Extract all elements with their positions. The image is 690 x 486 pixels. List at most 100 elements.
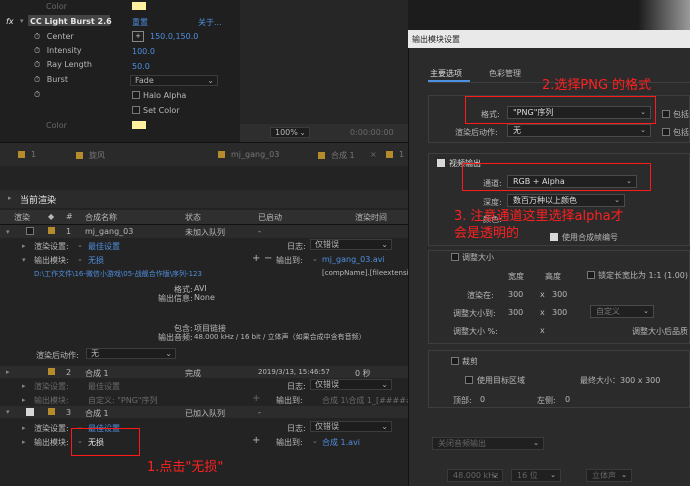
tab-1[interactable]: 1 (18, 150, 36, 159)
audio-bits-dropdown: 16 位 ⌄ (511, 469, 561, 482)
render-checkbox[interactable] (26, 408, 34, 416)
use-comp-frame-checkbox[interactable] (550, 233, 558, 241)
post-render-dropdown[interactable]: 无 ⌄ (86, 348, 176, 359)
expand-triangle-icon[interactable]: ▸ (22, 438, 26, 446)
output-to-link-3[interactable]: 合成 1.avi (322, 437, 360, 448)
expand-triangle-icon[interactable]: ▾ (6, 228, 10, 236)
highlight-box-format (465, 96, 656, 124)
render-item-1[interactable]: ▾ 1 mj_gang_03 未加入队列 - (0, 225, 408, 238)
expand-triangle-icon[interactable]: ▸ (22, 396, 26, 404)
output-info-label: 输出信息: (158, 294, 193, 303)
chevron-down-icon[interactable]: ⌄ (312, 437, 318, 445)
tab-comp1[interactable]: 合成 1 (318, 150, 355, 161)
render-item-2[interactable]: ▸ 2 合成 1 完成 2019/3/13, 15:46:57 0 秒 (0, 366, 408, 378)
stopwatch-icon[interactable]: ⏱ (34, 90, 40, 100)
stopwatch-icon[interactable]: ⏱ (34, 60, 40, 69)
render-at-height: 300 (552, 290, 568, 299)
col-status[interactable]: 状态 (185, 212, 201, 223)
video-output-checkbox[interactable] (437, 159, 445, 167)
expand-triangle-icon[interactable]: ▸ (6, 368, 10, 376)
render-item-3[interactable]: ▾ 3 合成 1 已加入队列 - (0, 406, 408, 418)
about-link[interactable]: 关于... (198, 17, 222, 28)
resize-pct-label: 调整大小 %: (453, 327, 498, 336)
intensity-value[interactable]: 100.0 (132, 47, 155, 56)
resize-to-width: 300 (508, 308, 524, 317)
tag-icon: ◆ (48, 212, 55, 221)
stopwatch-icon[interactable]: ⏱ (34, 75, 40, 84)
col-render[interactable]: 渲染 (14, 212, 30, 223)
output-path[interactable]: D:\工作文件\16-微信小游戏\05-战舰合作版\序列-123 (34, 269, 202, 279)
center-row: ⏱ Center (34, 32, 74, 41)
label-color-icon[interactable] (48, 408, 55, 415)
output-module-link[interactable]: 无损 (88, 255, 104, 266)
chevron-down-icon[interactable]: ⌄ (77, 241, 83, 249)
ray-length-row: ⏱ Ray Length (34, 60, 92, 69)
render-checkbox[interactable] (26, 227, 34, 235)
timecode[interactable]: 0:00:00:00 (350, 128, 394, 137)
top-label: 顶部: (453, 396, 472, 405)
remove-icon[interactable]: − (264, 253, 272, 264)
set-color-checkbox[interactable] (132, 106, 140, 114)
log-dropdown-2[interactable]: 仅错误 ⌄ (310, 379, 392, 390)
dialog-title: 输出模块设置 (412, 35, 460, 44)
tab-xuanfeng[interactable]: 旋风 (76, 150, 105, 161)
include-checkbox[interactable] (662, 110, 670, 118)
label-color-icon[interactable] (48, 227, 55, 234)
resize-quality-label: 调整大小后品质 (632, 327, 688, 336)
col-started[interactable]: 已启动 (258, 212, 282, 223)
halo-alpha-checkbox[interactable] (132, 91, 140, 99)
format-value: AVI (194, 284, 207, 293)
col-num[interactable]: # (66, 212, 73, 221)
tab-1b[interactable]: 1 (386, 150, 404, 159)
chevron-down-icon[interactable]: ⌄ (312, 255, 318, 263)
log-dropdown[interactable]: 仅错误 ⌄ (310, 239, 392, 250)
render-settings-link[interactable]: 最佳设置 (88, 241, 120, 252)
expand-triangle-icon[interactable]: ▾ (20, 17, 24, 25)
tab-main-options[interactable]: 主要选项 (430, 68, 462, 79)
output-to-link[interactable]: mj_gang_03.avi (322, 255, 385, 264)
stopwatch-icon[interactable]: ⏱ (34, 46, 40, 55)
ray-length-value[interactable]: 50.0 (132, 62, 150, 71)
render-at-label: 渲染在: (467, 291, 494, 300)
chevron-down-icon[interactable]: ⌄ (77, 255, 83, 263)
use-comp-frame-label: 使用合成帧编号 (562, 233, 618, 242)
color-swatch-bottom[interactable] (132, 121, 146, 129)
expand-triangle-icon[interactable]: ▾ (22, 256, 26, 264)
resize-to-height: 300 (552, 308, 568, 317)
post-render-dropdown[interactable]: 无 ⌄ (507, 124, 651, 137)
crop-checkbox[interactable] (451, 357, 459, 365)
log-dropdown-3[interactable]: 仅错误 ⌄ (310, 421, 392, 432)
expand-triangle-icon[interactable]: ▸ (22, 382, 26, 390)
col-render-time[interactable]: 渲染时间 (355, 212, 387, 223)
render-at-width: 300 (508, 290, 524, 299)
center-value[interactable]: 150.0,150.0 (150, 32, 198, 41)
expand-triangle-icon[interactable]: ▸ (22, 424, 26, 432)
tab-mj-gang[interactable]: mj_gang_03 (218, 150, 279, 159)
label-color-icon[interactable] (48, 368, 55, 375)
expand-triangle-icon[interactable]: ▸ (22, 242, 26, 250)
add-icon[interactable]: + (252, 253, 260, 264)
expand-triangle-icon[interactable]: ▸ (8, 194, 12, 202)
stopwatch-icon[interactable]: ⏱ (34, 32, 40, 41)
reset-link[interactable]: 重置 (132, 17, 148, 28)
resize-checkbox[interactable] (451, 253, 459, 261)
close-icon[interactable]: × (370, 150, 377, 159)
crosshair-icon[interactable]: + (132, 31, 144, 42)
dialog-title-bar: 输出模块设置 (408, 30, 690, 48)
expand-triangle-icon[interactable]: ▾ (6, 408, 10, 416)
color-swatch-top[interactable] (132, 2, 146, 10)
fx-icon[interactable]: fx (6, 17, 14, 26)
zoom-dropdown[interactable]: 100% ⌄ (270, 127, 310, 138)
include-checkbox-2[interactable] (662, 128, 670, 136)
height-header: 高度 (545, 272, 561, 281)
times-icon: x (540, 326, 545, 335)
resize-label: 调整大小 (462, 253, 494, 262)
tab-color-management[interactable]: 色彩管理 (489, 68, 521, 79)
col-comp-name[interactable]: 合成名称 (85, 212, 117, 223)
burst-dropdown[interactable]: Fade ⌄ (130, 75, 218, 86)
add-icon[interactable]: + (252, 435, 260, 446)
burst-row: ⏱ Burst (34, 75, 68, 84)
effect-name[interactable]: CC Light Burst 2.6 (30, 17, 112, 26)
resize-to-label: 调整大小到: (453, 309, 496, 318)
annotation-step3-line2: 会是透明的 (454, 226, 520, 241)
